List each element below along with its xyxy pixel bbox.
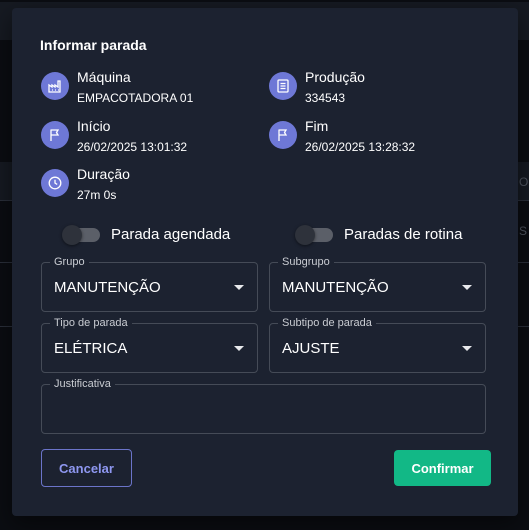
chevron-down-icon[interactable] [234, 285, 244, 290]
info-value: 334543 [305, 91, 346, 105]
subtipo-parada-select[interactable]: Subtipo de parada AJUSTE [269, 317, 486, 373]
chevron-down-icon[interactable] [462, 285, 472, 290]
dialog-title: Informar parada [40, 37, 147, 53]
info-value: 26/02/2025 13:28:32 [305, 140, 416, 154]
field-label: Tipo de parada [50, 317, 132, 329]
chevron-down-icon[interactable] [234, 346, 244, 351]
cancel-button[interactable]: Cancelar [41, 449, 132, 487]
grupo-select[interactable]: Grupo MANUTENÇÃO [41, 256, 258, 312]
info-duracao: Duração 27m 0s [41, 166, 130, 202]
stop-report-dialog: Informar parada Máquina EMPACOTADORA 01 … [12, 8, 518, 516]
confirm-button[interactable]: Confirmar [394, 450, 491, 486]
flag-icon [41, 121, 69, 149]
field-label: Justificativa [50, 378, 115, 390]
document-icon [269, 72, 297, 100]
field-value: MANUTENÇÃO [54, 279, 161, 296]
field-label: Subgrupo [278, 256, 334, 268]
toggle-switch[interactable] [295, 224, 333, 245]
info-label: Fim [305, 118, 329, 134]
field-label: Subtipo de parada [278, 317, 376, 329]
field-label: Grupo [50, 256, 89, 268]
background-text: S [519, 224, 528, 238]
flag-icon [269, 121, 297, 149]
justificativa-field[interactable]: Justificativa [41, 378, 486, 434]
paradas-rotina-toggle[interactable]: Paradas de rotina [295, 224, 463, 245]
factory-icon [41, 72, 69, 100]
tipo-parada-select[interactable]: Tipo de parada ELÉTRICA [41, 317, 258, 373]
info-value: 26/02/2025 13:01:32 [77, 140, 188, 154]
field-value: ELÉTRICA [54, 340, 128, 357]
info-inicio: Início 26/02/2025 13:01:32 [41, 118, 187, 154]
info-fim: Fim 26/02/2025 13:28:32 [269, 118, 415, 154]
field-value: AJUSTE [282, 340, 340, 357]
background-text: O [519, 175, 529, 189]
clock-icon [41, 169, 69, 197]
parada-agendada-toggle[interactable]: Parada agendada [62, 224, 231, 245]
toggle-switch[interactable] [62, 224, 100, 245]
toggle-label: Paradas de rotina [344, 226, 463, 243]
chevron-down-icon[interactable] [462, 346, 472, 351]
info-label: Máquina [77, 69, 131, 85]
subgrupo-select[interactable]: Subgrupo MANUTENÇÃO [269, 256, 486, 312]
toggle-label: Parada agendada [111, 226, 231, 243]
field-value: MANUTENÇÃO [282, 279, 389, 296]
info-value: 27m 0s [77, 188, 117, 202]
info-maquina: Máquina EMPACOTADORA 01 [41, 69, 193, 105]
info-producao: Produção 334543 [269, 69, 365, 105]
info-value: EMPACOTADORA 01 [77, 91, 194, 105]
info-label: Duração [77, 166, 130, 182]
info-label: Produção [305, 69, 365, 85]
info-label: Início [77, 118, 111, 134]
